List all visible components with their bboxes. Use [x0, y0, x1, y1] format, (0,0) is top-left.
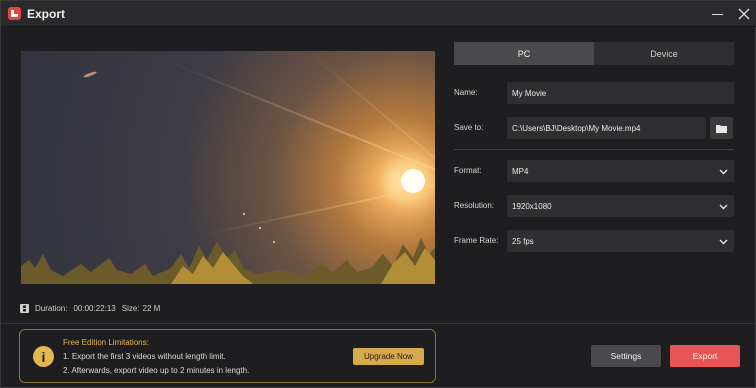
size-value: 22 M [142, 303, 161, 313]
duration-label: Duration: [35, 303, 68, 313]
frame-rate-select[interactable]: 25 fps [507, 230, 734, 252]
minimize-button[interactable] [707, 4, 727, 24]
save-to-label: Save to: [454, 123, 484, 132]
chevron-down-icon [719, 239, 728, 244]
free-edition-notice: i Free Edition Limitations: 1. Export th… [19, 329, 436, 383]
tree-silhouette [21, 238, 435, 284]
app-logo-icon [8, 7, 21, 20]
title-bar: Export [1, 1, 756, 27]
save-path-input[interactable]: C:\Users\BJ\Desktop\My Movie.mp4 [507, 117, 706, 139]
name-input[interactable]: My Movie [507, 82, 734, 104]
folder-icon [716, 124, 727, 133]
video-info: Duration: 00:00:22:13 Size: 22 M [20, 301, 160, 315]
resolution-label: Resolution: [454, 201, 495, 210]
limitation-line-1: 1. Export the first 3 videos without len… [63, 352, 226, 361]
resolution-value: 1920x1080 [512, 201, 552, 211]
tab-device[interactable]: Device [594, 42, 734, 65]
light-speck [243, 213, 245, 215]
resolution-select[interactable]: 1920x1080 [507, 195, 734, 217]
close-icon [738, 8, 750, 20]
light-ray [163, 59, 435, 181]
frame-rate-label: Frame Rate: [454, 236, 499, 245]
section-divider [454, 149, 734, 150]
format-select[interactable]: MP4 [507, 160, 734, 182]
footer-divider [1, 323, 756, 324]
format-value: MP4 [512, 166, 529, 176]
duration-value: 00:00:22:13 [73, 303, 116, 313]
film-icon [20, 303, 29, 313]
frame-rate-value: 25 fps [512, 236, 534, 246]
window-title: Export [27, 7, 66, 21]
limitation-line-2: 2. Afterwards, export video up to 2 minu… [63, 366, 250, 375]
name-label: Name: [454, 88, 478, 97]
export-dialog: Export Duration: 00:00:22:13 Size: 22 M … [0, 0, 756, 388]
close-button[interactable] [734, 4, 754, 24]
chevron-down-icon [719, 204, 728, 209]
sun-glow [401, 169, 425, 193]
bird-shape [82, 70, 98, 79]
export-button[interactable]: Export [670, 345, 740, 367]
video-preview[interactable] [21, 51, 435, 284]
info-icon: i [33, 346, 54, 367]
tab-pc[interactable]: PC [454, 42, 594, 65]
minimize-icon [711, 13, 723, 15]
size-label: Size: [121, 303, 140, 313]
browse-folder-button[interactable] [710, 117, 733, 139]
upgrade-now-button[interactable]: Upgrade Now [353, 348, 424, 365]
limitations-title: Free Edition Limitations: [63, 338, 149, 347]
target-tabs: PC Device [454, 42, 734, 65]
settings-button[interactable]: Settings [591, 345, 661, 367]
format-label: Format: [454, 166, 482, 175]
chevron-down-icon [719, 169, 728, 174]
